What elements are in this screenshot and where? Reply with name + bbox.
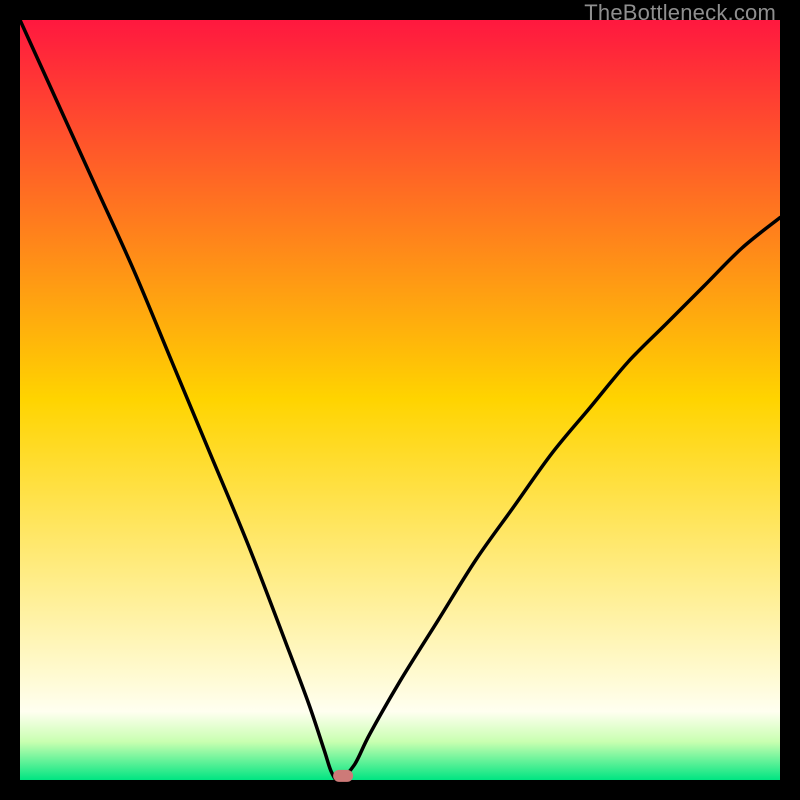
watermark-label: TheBottleneck.com bbox=[584, 0, 776, 26]
bottleneck-plot bbox=[20, 20, 780, 780]
chart-frame bbox=[20, 20, 780, 780]
heat-background bbox=[20, 20, 780, 780]
optimal-point-marker bbox=[333, 770, 353, 782]
